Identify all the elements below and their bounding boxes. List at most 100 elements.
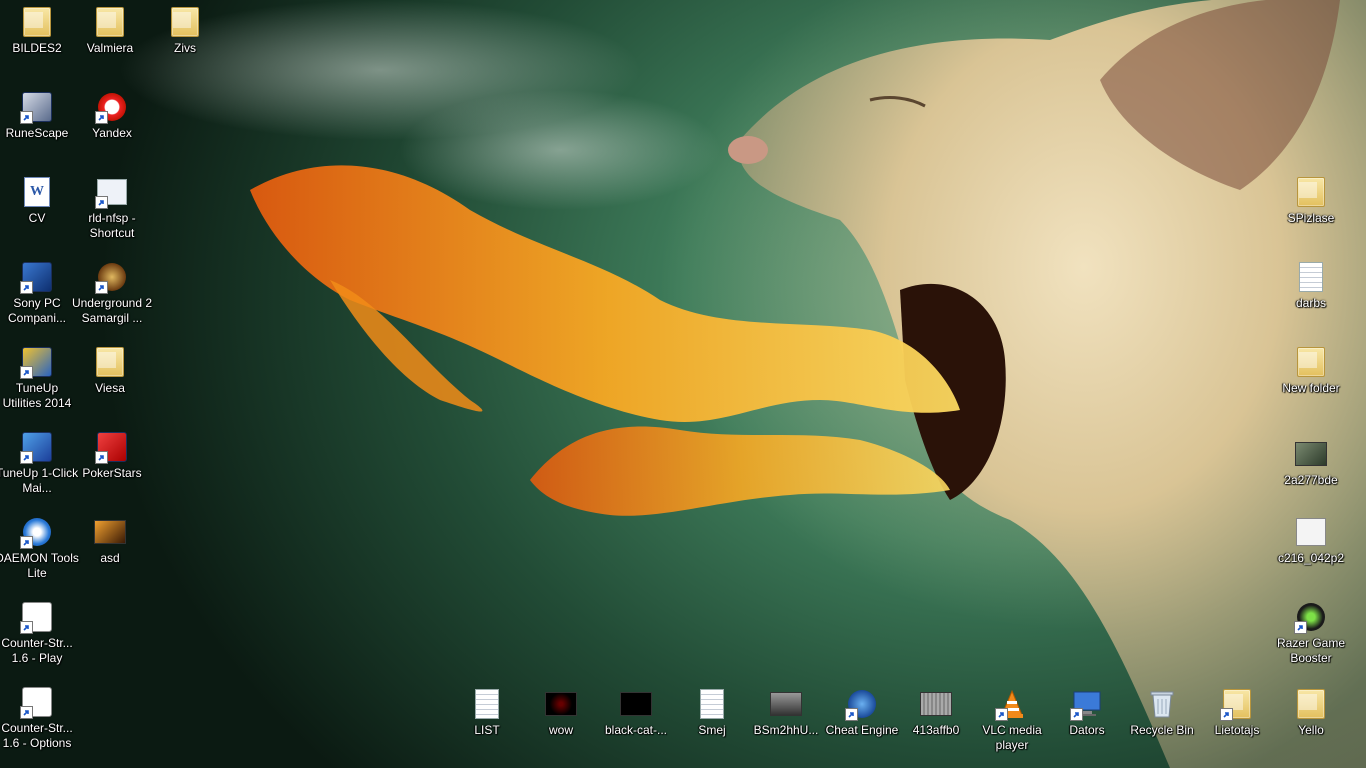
- desktop-icon-viesa[interactable]: Viesa: [68, 346, 152, 396]
- icon-label: Razer Game Booster: [1276, 636, 1346, 665]
- icon-label: Counter-Str... 1.6 - Play: [1, 636, 73, 665]
- shortcut-arrow-icon: [95, 111, 108, 124]
- icon-label: Underground 2 Samargil ...: [71, 296, 153, 325]
- icon-label: Cheat Engine: [825, 723, 899, 737]
- desktop-icon-yandex[interactable]: Yandex: [70, 91, 154, 141]
- daemon-tools-icon: [20, 516, 53, 549]
- yandex-icon: [95, 91, 128, 124]
- icon-label: asd: [100, 551, 120, 565]
- wallpaper-image: [120, 0, 1366, 768]
- desktop-icon-valmiera[interactable]: Valmiera: [68, 6, 152, 56]
- icon-label: 413affb0: [912, 723, 960, 737]
- counter-strike-icon: [20, 601, 53, 634]
- icon-label: Valmiera: [86, 41, 134, 55]
- desktop-icon-wow[interactable]: wow: [519, 688, 603, 738]
- desktop-icon-cs-options[interactable]: Counter-Str... 1.6 - Options: [0, 686, 79, 751]
- icon-label: BSm2hhU...: [753, 723, 819, 737]
- icon-label: Zivs: [174, 41, 196, 55]
- folder-icon: [169, 6, 201, 38]
- icon-label: rld-nfsp - Shortcut: [88, 211, 136, 240]
- tuneup-icon: [20, 346, 53, 379]
- folder-icon: [21, 6, 53, 38]
- desktop-icon-dators[interactable]: Dators: [1045, 688, 1129, 738]
- image-icon: [545, 688, 577, 720]
- icon-label: BILDES2: [12, 41, 62, 55]
- shortcut-arrow-icon: [95, 451, 108, 464]
- shortcut-arrow-icon: [1070, 708, 1083, 721]
- desktop-icon-spizlase[interactable]: SPizlase: [1269, 176, 1353, 226]
- desktop-icon-413affb0[interactable]: 413affb0: [894, 688, 978, 738]
- desktop-icon-sony-pc[interactable]: Sony PC Compani...: [0, 261, 79, 326]
- icon-label: 2a277bde: [1284, 473, 1338, 487]
- icon-label: Yello: [1298, 723, 1324, 737]
- desktop-icon-c216-042p2[interactable]: c216_042p2: [1269, 516, 1353, 566]
- desktop-icon-underground[interactable]: Underground 2 Samargil ...: [70, 261, 154, 326]
- desktop[interactable]: BILDES2 RuneScape W CV Sony PC Compani..…: [0, 0, 1366, 768]
- sony-pc-icon: [20, 261, 53, 294]
- image-icon: [620, 688, 652, 720]
- icon-label: black-cat-...: [604, 723, 667, 737]
- icon-label: Smej: [698, 723, 726, 737]
- desktop-icon-lietotajs[interactable]: Lietotajs: [1195, 688, 1279, 738]
- icon-label: SPizlase: [1287, 211, 1335, 225]
- desktop-icon-tuneup-1click[interactable]: TuneUp 1-Click Mai...: [0, 431, 79, 496]
- desktop-icon-pokerstars[interactable]: PokerStars: [70, 431, 154, 481]
- icon-label: c216_042p2: [1277, 551, 1345, 565]
- icon-label: Counter-Str... 1.6 - Options: [1, 721, 73, 750]
- shortcut-arrow-icon: [20, 536, 33, 549]
- recycle-bin-icon: [1146, 688, 1178, 720]
- image-icon: [770, 688, 802, 720]
- shortcut-arrow-icon: [20, 451, 33, 464]
- shortcut-arrow-icon: [95, 196, 108, 209]
- shortcut-arrow-icon: [20, 111, 33, 124]
- folder-icon: [94, 6, 126, 38]
- image-icon: [1295, 438, 1327, 470]
- image-icon: [94, 516, 126, 548]
- shortcut-arrow-icon: [995, 708, 1008, 721]
- desktop-icon-yello[interactable]: Yello: [1269, 688, 1353, 738]
- shortcut-arrow-icon: [20, 706, 33, 719]
- icon-label: Yandex: [92, 126, 132, 140]
- icon-label: RuneScape: [5, 126, 69, 140]
- shortcut-arrow-icon: [95, 281, 108, 294]
- icon-label: PokerStars: [82, 466, 142, 480]
- runescape-icon: [20, 91, 53, 124]
- text-document-icon: [1295, 261, 1327, 293]
- desktop-icon-razer[interactable]: Razer Game Booster: [1269, 601, 1353, 666]
- folder-icon: [1295, 346, 1327, 378]
- icon-label: darbs: [1295, 296, 1327, 310]
- computer-icon: [1070, 688, 1103, 721]
- desktop-icon-asd[interactable]: asd: [68, 516, 152, 566]
- desktop-icon-recycle-bin[interactable]: Recycle Bin: [1120, 688, 1204, 738]
- icon-label: Dators: [1069, 723, 1105, 737]
- cheat-engine-icon: [845, 688, 878, 721]
- desktop-icon-cs-play[interactable]: Counter-Str... 1.6 - Play: [0, 601, 79, 666]
- icon-label: VLC media player: [982, 723, 1042, 752]
- desktop-icon-darbs[interactable]: darbs: [1269, 261, 1353, 311]
- desktop-icon-smej[interactable]: Smej: [670, 688, 754, 738]
- desktop-icon-new-folder[interactable]: New folder: [1269, 346, 1353, 396]
- text-document-icon: [696, 688, 728, 720]
- icon-label: Viesa: [95, 381, 125, 395]
- desktop-icon-zivs[interactable]: Zivs: [143, 6, 227, 56]
- desktop-icon-runescape[interactable]: RuneScape: [0, 91, 79, 141]
- desktop-icon-cheat-engine[interactable]: Cheat Engine: [820, 688, 904, 738]
- counter-strike-icon: [20, 686, 53, 719]
- razer-icon: [1294, 601, 1327, 634]
- shortcut-arrow-icon: [1220, 708, 1233, 721]
- desktop-icon-vlc[interactable]: VLC media player: [970, 688, 1054, 753]
- desktop-icon-list[interactable]: LIST: [445, 688, 529, 738]
- tuneup-icon: [20, 431, 53, 464]
- shortcut-arrow-icon: [1294, 621, 1307, 634]
- desktop-icon-cv[interactable]: W CV: [0, 176, 79, 226]
- shortcut-arrow-icon: [845, 708, 858, 721]
- pokerstars-icon: [95, 431, 128, 464]
- desktop-icon-bsm2hhu[interactable]: BSm2hhU...: [744, 688, 828, 738]
- desktop-icon-rld-nfsp[interactable]: rld-nfsp - Shortcut: [70, 176, 154, 241]
- image-icon: [920, 688, 952, 720]
- icon-label: Recycle Bin: [1130, 723, 1194, 737]
- desktop-icon-2a277bde[interactable]: 2a277bde: [1269, 438, 1353, 488]
- folder-icon: [1295, 176, 1327, 208]
- desktop-icon-black-cat[interactable]: black-cat-...: [594, 688, 678, 738]
- icon-label: CV: [28, 211, 46, 225]
